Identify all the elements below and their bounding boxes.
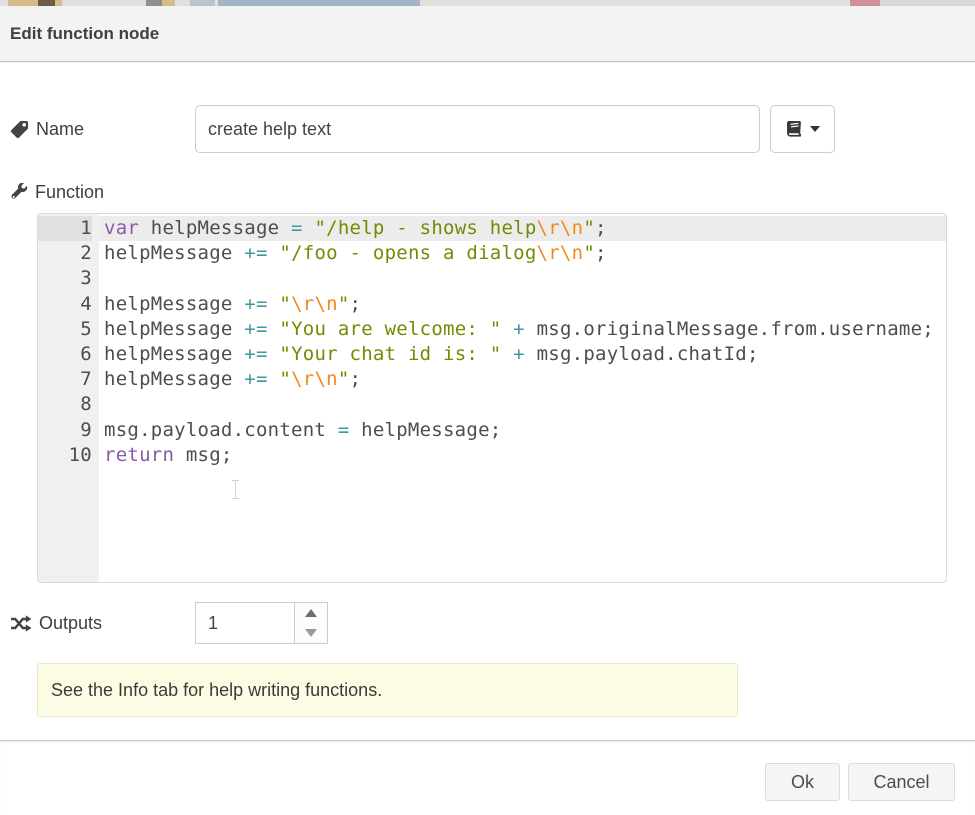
name-label: Name bbox=[36, 119, 84, 140]
code-line[interactable] bbox=[99, 266, 946, 291]
line-number: 1 bbox=[38, 216, 92, 241]
chevron-down-icon bbox=[810, 126, 820, 132]
function-label: Function bbox=[35, 182, 104, 203]
line-number: 7 bbox=[38, 367, 92, 392]
dialog-title: Edit function node bbox=[10, 24, 159, 44]
code-line[interactable]: helpMessage += "/foo - opens a dialog\r\… bbox=[99, 241, 946, 266]
code-gutter: 12345678910 bbox=[38, 214, 99, 582]
spinner-down-button[interactable] bbox=[295, 623, 327, 643]
function-row: Function bbox=[10, 181, 104, 203]
name-input[interactable] bbox=[195, 105, 760, 153]
code-line[interactable] bbox=[99, 392, 946, 417]
line-number: 5 bbox=[38, 317, 92, 342]
spinner-buttons bbox=[294, 603, 327, 643]
shuffle-icon bbox=[10, 615, 32, 632]
arrow-down-icon bbox=[305, 629, 317, 637]
dialog-body: Name Function 12345678910 var helpMessag… bbox=[0, 63, 975, 740]
info-text: See the Info tab for help writing functi… bbox=[51, 680, 382, 701]
dialog-footer: Ok Cancel bbox=[0, 740, 975, 815]
code-line[interactable]: helpMessage += "\r\n"; bbox=[99, 367, 946, 392]
name-row: Name bbox=[10, 105, 84, 153]
wrench-icon bbox=[10, 183, 28, 201]
line-number: 4 bbox=[38, 292, 92, 317]
code-line[interactable]: msg.payload.content = helpMessage; bbox=[99, 418, 946, 443]
line-number: 10 bbox=[38, 443, 92, 468]
ok-button[interactable]: Ok bbox=[765, 763, 840, 801]
line-number: 2 bbox=[38, 241, 92, 266]
info-box: See the Info tab for help writing functi… bbox=[37, 663, 738, 717]
library-button[interactable] bbox=[770, 105, 835, 153]
dialog-header: Edit function node bbox=[0, 6, 975, 62]
code-line[interactable]: var helpMessage = "/help - shows help\r\… bbox=[99, 216, 946, 241]
line-number: 3 bbox=[38, 266, 92, 291]
code-line[interactable]: helpMessage += "You are welcome: " + msg… bbox=[99, 317, 946, 342]
code-editor[interactable]: 12345678910 var helpMessage = "/help - s… bbox=[37, 213, 947, 583]
line-number: 6 bbox=[38, 342, 92, 367]
code-lines: var helpMessage = "/help - shows help\r\… bbox=[99, 214, 946, 582]
outputs-input[interactable] bbox=[196, 603, 294, 643]
line-number: 9 bbox=[38, 418, 92, 443]
text-cursor bbox=[231, 480, 240, 499]
outputs-row: Outputs bbox=[10, 612, 102, 634]
outputs-label: Outputs bbox=[39, 613, 102, 634]
line-number: 8 bbox=[38, 392, 92, 417]
code-line[interactable]: helpMessage += "Your chat id is: " + msg… bbox=[99, 342, 946, 367]
code-line[interactable]: return msg; bbox=[99, 443, 946, 468]
code-line[interactable]: helpMessage += "\r\n"; bbox=[99, 292, 946, 317]
tag-icon bbox=[10, 120, 29, 139]
spinner-up-button[interactable] bbox=[295, 603, 327, 623]
cancel-button[interactable]: Cancel bbox=[848, 763, 955, 801]
outputs-spinner bbox=[195, 602, 328, 644]
arrow-up-icon bbox=[305, 609, 317, 617]
book-icon bbox=[786, 120, 803, 138]
